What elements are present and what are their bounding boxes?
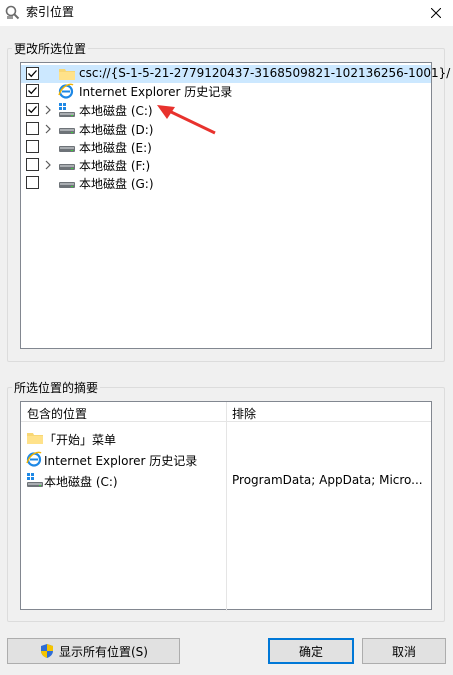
summary-list[interactable]: 包含的位置 排除 「开始」菜单 Internet Explorer 历史记录 本地磁… [20, 401, 432, 611]
location-checkbox[interactable] [26, 84, 39, 97]
tree-item[interactable]: Internet Explorer 历史记录 [21, 82, 431, 100]
windows-drive-icon [58, 102, 76, 118]
windows-drive-icon [26, 472, 43, 488]
location-checkbox[interactable] [26, 158, 39, 171]
cancel-label: 取消 [391, 644, 416, 659]
tree-item[interactable]: csc://{S-1-5-21-2779120437-3168509821-10… [21, 65, 450, 83]
change-locations-label: 更改所选位置 [12, 40, 89, 57]
show-all-label: 显示所有位置(S) [59, 644, 148, 659]
summary-included: Internet Explorer 历史记录 [44, 454, 198, 468]
tree-item[interactable]: 本地磁盘 (G:) [21, 174, 431, 192]
summary-row[interactable]: 本地磁盘 (C:) ProgramData; AppData; Micro... [21, 470, 431, 490]
ok-label: 确定 [298, 644, 323, 659]
checkmark-icon [28, 70, 37, 78]
cancel-button[interactable]: 取消 [362, 638, 446, 664]
tree-item[interactable]: 本地磁盘 (E:) [21, 138, 431, 156]
close-button[interactable] [419, 0, 453, 26]
column-header-excluded[interactable]: 排除 [232, 405, 256, 422]
close-icon [431, 8, 441, 18]
tree-item-label: 本地磁盘 (F:) [79, 159, 151, 173]
checkmark-icon [28, 106, 37, 114]
tree-item[interactable]: 本地磁盘 (F:) [21, 156, 431, 174]
ie-icon [26, 451, 42, 467]
ie-icon [58, 83, 76, 99]
summary-row[interactable]: Internet Explorer 历史记录 [21, 449, 431, 469]
tree-item-label: 本地磁盘 (C:) [79, 104, 153, 118]
title-bar: 索引位置 [0, 0, 453, 26]
tree-item-label: 本地磁盘 (D:) [79, 123, 154, 137]
summary-excluded: ProgramData; AppData; Micro... [232, 473, 423, 487]
checkmark-icon [28, 87, 37, 95]
expand-chevron-icon[interactable] [43, 104, 53, 116]
summary-included: 本地磁盘 (C:) [44, 475, 118, 489]
column-header-included[interactable]: 包含的位置 [27, 405, 87, 422]
location-checkbox[interactable] [26, 122, 39, 135]
window-title: 索引位置 [26, 5, 75, 19]
indexing-options-icon [5, 5, 20, 20]
summary-label: 所选位置的摘要 [12, 379, 101, 396]
locations-tree[interactable]: csc://{S-1-5-21-2779120437-3168509821-10… [20, 62, 450, 349]
location-checkbox[interactable] [26, 176, 39, 189]
shield-icon [41, 644, 53, 658]
tree-item-label: 本地磁盘 (E:) [79, 141, 152, 155]
location-checkbox[interactable] [26, 67, 39, 80]
summary-row[interactable]: 「开始」菜单 [21, 428, 431, 448]
folder-icon [26, 430, 43, 446]
tree-item-label: csc://{S-1-5-21-2779120437-3168509821-10… [79, 66, 451, 80]
show-all-locations-button[interactable]: 显示所有位置(S) [7, 638, 180, 664]
location-checkbox[interactable] [26, 103, 39, 116]
drive-icon [58, 139, 76, 155]
location-checkbox[interactable] [26, 140, 39, 153]
tree-item[interactable]: 本地磁盘 (C:) [21, 101, 431, 119]
annotation-arrow-icon [157, 105, 216, 135]
drive-icon [58, 175, 76, 191]
expand-chevron-icon[interactable] [43, 123, 53, 135]
drive-icon [58, 121, 76, 137]
drive-icon [58, 157, 76, 173]
tree-item[interactable]: 本地磁盘 (D:) [21, 120, 431, 138]
folder-icon [58, 66, 76, 82]
ok-button[interactable]: 确定 [268, 638, 354, 664]
tree-item-label: 本地磁盘 (G:) [79, 177, 154, 191]
tree-item-label: Internet Explorer 历史记录 [79, 85, 233, 99]
summary-included: 「开始」菜单 [44, 433, 117, 447]
expand-chevron-icon[interactable] [43, 159, 53, 171]
